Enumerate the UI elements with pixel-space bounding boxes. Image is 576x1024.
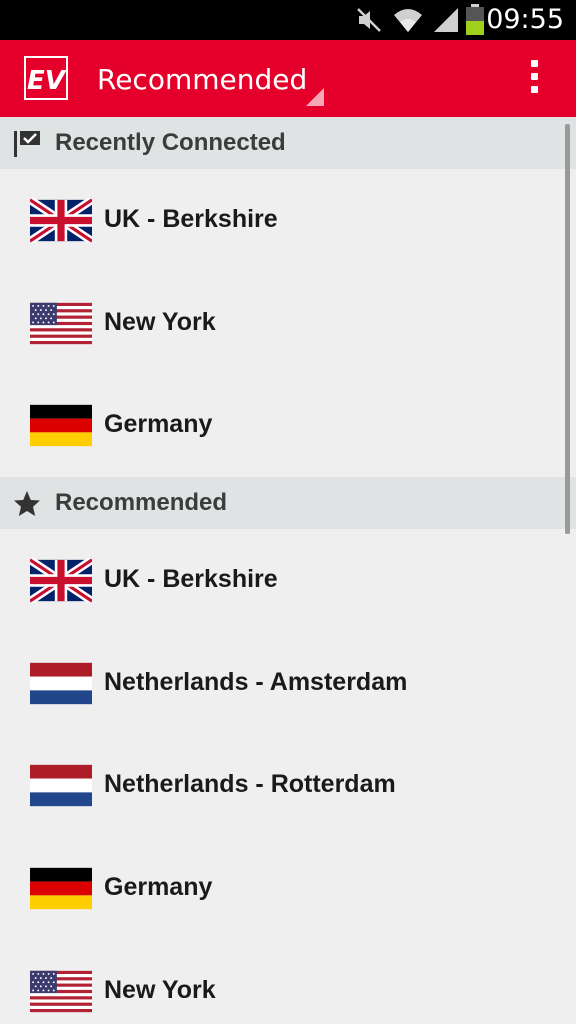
location-row-germany[interactable]: Germany (0, 374, 576, 477)
netherlands-flag-icon (30, 763, 92, 808)
overflow-menu-icon[interactable] (530, 60, 540, 96)
location-name: Netherlands - Amsterdam (104, 667, 408, 696)
status-time: 09:55 (486, 4, 564, 35)
uk-flag-icon (30, 558, 92, 603)
location-row-new-york[interactable]: New York (0, 272, 576, 375)
location-list: Recently Connected UK - Berkshire New Yo… (0, 117, 576, 1024)
location-name: New York (104, 975, 216, 1004)
location-spinner[interactable]: Recommended (97, 63, 307, 96)
section-header-recently-connected: Recently Connected (0, 117, 576, 169)
us-flag-icon (30, 301, 92, 346)
list-scrollbar[interactable] (565, 124, 570, 534)
battery-icon (466, 4, 484, 35)
location-name: UK - Berkshire (104, 565, 278, 594)
section-title: Recommended (55, 489, 228, 517)
location-row-new-york[interactable]: New York (0, 940, 576, 1024)
star-icon (14, 491, 40, 517)
section-header-recommended: Recommended (0, 477, 576, 530)
location-row-uk-berkshire[interactable]: UK - Berkshire (0, 529, 576, 632)
uk-flag-icon (30, 198, 92, 243)
location-row-netherlands-rotterdam[interactable]: Netherlands - Rotterdam (0, 734, 576, 837)
app-bar: EV Recommended (0, 40, 576, 117)
logo-text: EV (27, 66, 67, 96)
germany-flag-icon (30, 403, 92, 448)
us-flag-icon (30, 969, 92, 1014)
location-name: New York (104, 307, 216, 336)
netherlands-flag-icon (30, 661, 92, 706)
mute-icon (357, 8, 381, 32)
location-row-uk-berkshire[interactable]: UK - Berkshire (0, 169, 576, 272)
location-row-germany[interactable]: Germany (0, 837, 576, 940)
app-logo[interactable]: EV (24, 56, 68, 100)
recent-flag-icon (14, 131, 40, 157)
germany-flag-icon (30, 866, 92, 911)
location-name: Netherlands - Rotterdam (104, 770, 396, 799)
wifi-icon (394, 9, 422, 32)
spinner-dropdown-icon[interactable] (306, 88, 324, 106)
status-bar: 09:55 (0, 0, 576, 40)
location-name: UK - Berkshire (104, 205, 278, 233)
location-row-netherlands-amsterdam[interactable]: Netherlands - Amsterdam (0, 632, 576, 735)
signal-icon (434, 8, 458, 32)
section-title: Recently Connected (55, 129, 286, 156)
expressvpn-logo-icon: EV (24, 56, 68, 100)
location-name: Germany (104, 410, 213, 439)
location-name: Germany (104, 873, 213, 902)
